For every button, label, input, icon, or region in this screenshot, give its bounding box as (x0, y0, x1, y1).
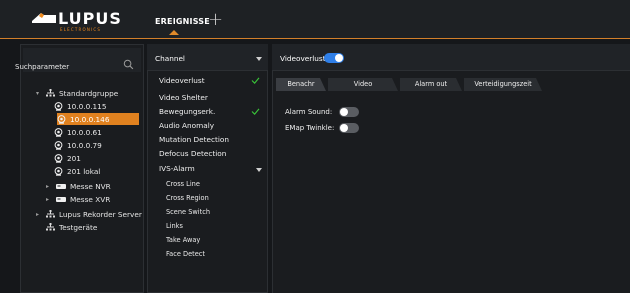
recorder-icon (56, 183, 66, 190)
tree-item-label: 10.0.0.115 (67, 101, 107, 111)
tree-item[interactable]: ▸ Lupus Rekorder Server (36, 208, 142, 220)
emap-twinkle-toggle[interactable] (339, 123, 359, 133)
group-icon (46, 223, 55, 231)
tree-item[interactable]: 10.0.0.79 (54, 139, 102, 151)
tab-alarm-out[interactable]: Alarm out (400, 78, 462, 91)
ivs-item-face-detect[interactable]: Face Detect (166, 250, 205, 258)
chevron-right-icon[interactable]: ▸ (36, 211, 42, 218)
chevron-right-icon[interactable]: ▸ (46, 196, 52, 203)
tree-item-label: Standardgruppe (59, 88, 119, 98)
event-item-mutation-detection[interactable]: Mutation Detection (159, 135, 229, 144)
event-item-audio-anomaly[interactable]: Audio Anomaly (159, 121, 214, 130)
tree-item[interactable]: ▸ Messe NVR (46, 180, 111, 192)
check-icon (251, 77, 260, 84)
alarm-sound-label: Alarm Sound: (285, 108, 333, 116)
tree-item-label: Testgeräte (59, 222, 98, 232)
tree-item[interactable]: ▸ Messe XVR (46, 193, 110, 205)
chevron-right-icon[interactable]: ▸ (46, 183, 52, 190)
lupus-logo: LUPUS ELECTRONICS (32, 9, 121, 32)
toggle-knob (340, 108, 348, 116)
tree-item[interactable]: Testgeräte (36, 221, 97, 233)
tree-item-label: Messe XVR (70, 194, 111, 204)
event-item-bewegungserk[interactable]: Bewegungserk. (159, 107, 215, 116)
alarm-sound-toggle[interactable] (339, 107, 359, 117)
ivs-item-cross-region[interactable]: Cross Region (166, 194, 209, 202)
detail-title: Videoverlust (280, 54, 326, 63)
logo-subtext: ELECTRONICS (60, 27, 102, 32)
camera-icon (54, 153, 63, 163)
active-tab-indicator (169, 30, 179, 35)
tree-item-label: Messe NVR (70, 181, 111, 191)
tree-item-label: Lupus Rekorder Server (59, 209, 142, 219)
logo-mark-icon (32, 13, 56, 23)
channel-dropdown-label: Channel (155, 54, 185, 63)
tree-item[interactable]: 10.0.0.146 (57, 113, 139, 125)
event-item-videoverlust[interactable]: Videoverlust (159, 76, 205, 85)
tree-item[interactable]: ▾ Standardgruppe (36, 87, 118, 99)
chevron-down-icon (256, 57, 262, 61)
event-item-defocus-detection[interactable]: Defocus Detection (159, 149, 226, 158)
tree-item-label: 10.0.0.61 (67, 127, 102, 137)
recorder-icon (56, 196, 66, 203)
ivs-item-links[interactable]: Links (166, 222, 183, 230)
group-icon (46, 89, 55, 97)
chevron-down-icon[interactable]: ▾ (36, 90, 42, 97)
chevron-down-icon (256, 168, 262, 172)
logo-text: LUPUS (58, 9, 122, 28)
tab-ereignisse[interactable]: EREIGNISSE (155, 17, 210, 26)
toggle-knob (335, 54, 343, 62)
event-item-video-shelter[interactable]: Video Shelter (159, 93, 208, 102)
tree-item[interactable]: 10.0.0.61 (54, 126, 102, 138)
add-tab-button[interactable]: + (208, 11, 223, 29)
tree-item-label: 10.0.0.146 (70, 114, 110, 124)
header-divider (0, 38, 630, 39)
tab-video[interactable]: Video (328, 78, 398, 91)
tree-item-label: 10.0.0.79 (67, 140, 102, 150)
emap-twinkle-label: EMap Twinkle: (285, 124, 335, 132)
camera-icon (54, 166, 63, 176)
toggle-knob (340, 124, 348, 132)
tree-item[interactable]: 201 (54, 152, 81, 164)
tab-verteidigungszeit[interactable]: Verteidigungszeit (464, 78, 542, 91)
camera-icon (57, 114, 66, 124)
search-input[interactable]: Suchparameter (15, 63, 69, 71)
ivs-item-scene-switch[interactable]: Scene Switch (166, 208, 210, 216)
camera-icon (54, 101, 63, 111)
tab-benachr[interactable]: Benachr (276, 78, 326, 91)
videoverlust-enable-toggle[interactable] (324, 53, 344, 63)
ivs-item-take-away[interactable]: Take Away (166, 236, 200, 244)
check-icon (251, 108, 260, 115)
tree-item-label: 201 (67, 153, 81, 163)
search-icon[interactable] (123, 59, 134, 70)
ivs-item-cross-line[interactable]: Cross Line (166, 180, 200, 188)
tree-item-label: 201 lokal (67, 166, 101, 176)
group-icon (46, 210, 55, 218)
camera-icon (54, 127, 63, 137)
camera-icon (54, 140, 63, 150)
tree-item[interactable]: 201 lokal (54, 165, 100, 177)
event-item-ivs-alarm[interactable]: IVS-Alarm (159, 164, 195, 173)
tree-item[interactable]: 10.0.0.115 (54, 100, 106, 112)
